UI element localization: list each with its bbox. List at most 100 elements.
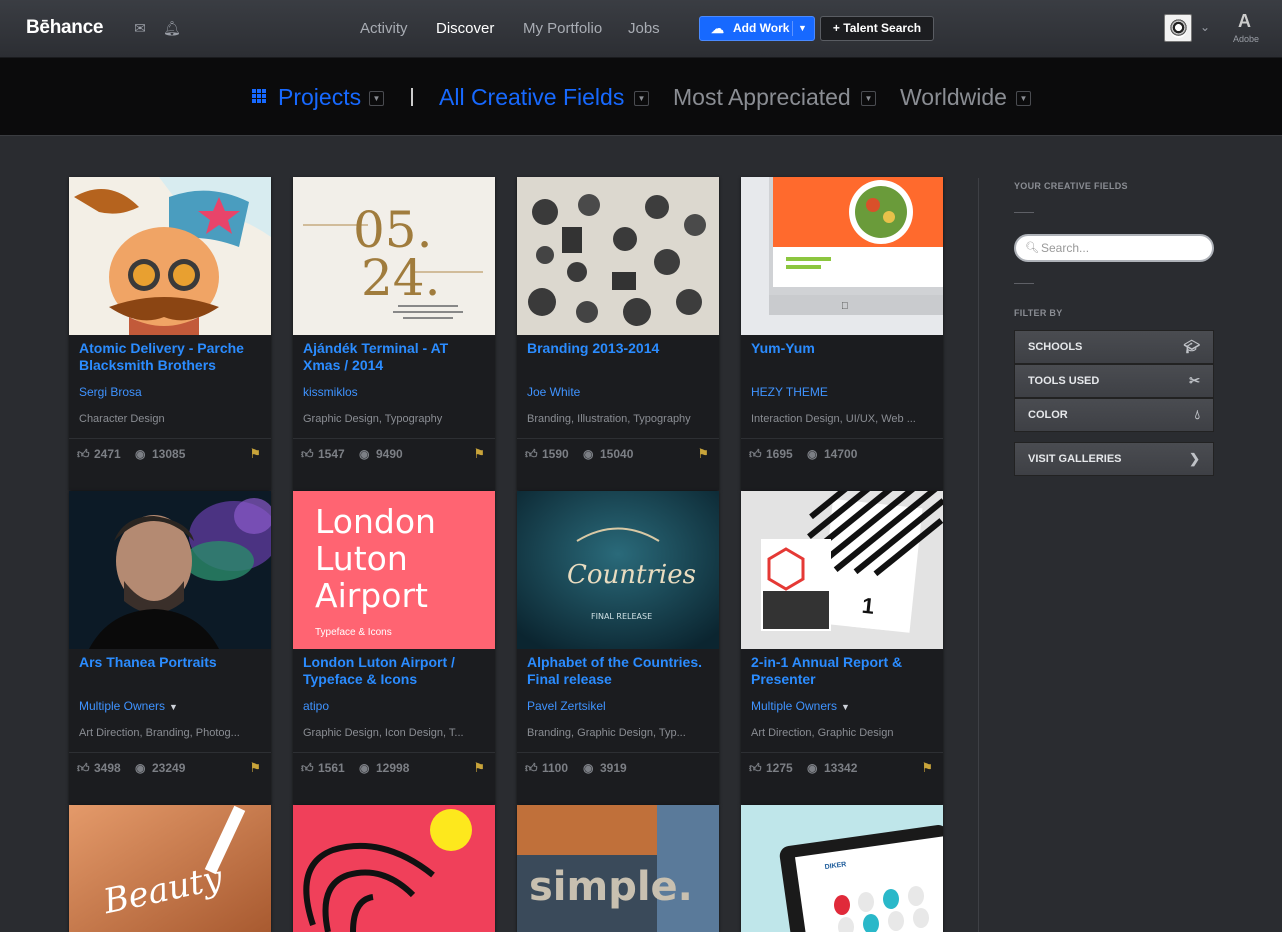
views-count: ◉ 23249 xyxy=(135,761,186,775)
project-card[interactable]: DIKER xyxy=(741,805,943,932)
project-thumbnail[interactable]: Beauty xyxy=(69,805,271,932)
project-card[interactable]: Countries FINAL RELEASE Alphabet of the … xyxy=(517,491,719,804)
project-thumbnail[interactable]: 05. 24. xyxy=(293,177,495,335)
svg-text:Countries: Countries xyxy=(567,560,696,590)
project-thumbnail[interactable]:  xyxy=(741,177,943,335)
svg-text:24.: 24. xyxy=(361,249,441,307)
views-count: ◉ 13085 xyxy=(135,447,186,461)
project-stats: 👍︎ 1590 ◉ 15040 ⚑ xyxy=(517,438,719,468)
views-count: ◉ 3919 xyxy=(583,761,627,775)
project-title[interactable]: Alphabet of the Countries. Final release xyxy=(527,654,711,688)
discover-filter-bar: Projects ▼ All Creative Fields ▼ Most Ap… xyxy=(0,58,1282,136)
chevron-down-icon[interactable]: ▼ xyxy=(634,91,649,106)
project-owner[interactable]: kissmiklos xyxy=(303,385,358,399)
views-count: ◉ 14700 xyxy=(807,447,858,461)
caret-down-icon: ▼ xyxy=(169,702,178,712)
project-card[interactable]: 1 2-in-1 Annual Report & Presenter Multi… xyxy=(741,491,943,804)
project-title[interactable]: 2-in-1 Annual Report & Presenter xyxy=(751,654,935,688)
project-owner[interactable]: Sergi Brosa xyxy=(79,385,142,399)
project-thumbnail[interactable] xyxy=(517,177,719,335)
chevron-down-icon[interactable]: ▼ xyxy=(369,91,384,106)
project-thumbnail[interactable]: Countries FINAL RELEASE xyxy=(517,491,719,649)
creative-fields-search-input[interactable]: 🔍︎ Search... xyxy=(1014,234,1214,262)
eye-icon: ◉ xyxy=(807,761,818,775)
project-title[interactable]: Branding 2013-2014 xyxy=(527,340,711,357)
adobe-logo-icon[interactable]: A xyxy=(1238,12,1256,30)
project-card[interactable] xyxy=(293,805,495,932)
appreciations-count: 👍︎ 1695 xyxy=(749,447,793,461)
project-card[interactable]: Ars Thanea Portraits Multiple Owners ▼ Ar… xyxy=(69,491,271,804)
project-title[interactable]: Atomic Delivery - Parche Blacksmith Brot… xyxy=(79,340,263,374)
project-card[interactable]: Branding 2013-2014 Joe White Branding, I… xyxy=(517,177,719,490)
nav-discover[interactable]: Discover xyxy=(436,20,494,37)
thumbs-up-icon: 👍︎ xyxy=(749,761,762,775)
project-card[interactable]: Atomic Delivery - Parche Blacksmith Brot… xyxy=(69,177,271,490)
thumbs-up-icon: 👍︎ xyxy=(749,447,762,461)
project-thumbnail[interactable]: simple. xyxy=(517,805,719,932)
behance-logo[interactable]: Bēhance xyxy=(26,17,103,39)
nav-activity[interactable]: Activity xyxy=(360,20,408,37)
chevron-down-icon[interactable]: ▼ xyxy=(1016,91,1031,106)
project-thumbnail[interactable]: London Luton Airport Typeface & Icons xyxy=(293,491,495,649)
project-title[interactable]: Ajándék Terminal - AT Xmas / 2014 xyxy=(303,340,487,374)
visit-galleries-button[interactable]: VISIT GALLERIES ❯ xyxy=(1014,442,1214,476)
cloud-upload-icon: ☁ xyxy=(711,21,724,36)
filter-divider xyxy=(411,88,413,106)
nav-my-portfolio[interactable]: My Portfolio xyxy=(523,20,602,37)
creative-fields-filter[interactable]: All Creative Fields xyxy=(439,83,624,111)
project-thumbnail[interactable]: DIKER xyxy=(741,805,943,932)
projects-filter[interactable]: Projects xyxy=(278,83,361,111)
project-owner[interactable]: Multiple Owners ▼ xyxy=(79,699,178,713)
project-card[interactable]: 05. 24. Ajándék Terminal - AT Xmas / 201… xyxy=(293,177,495,490)
project-fields: Branding, Illustration, Typography xyxy=(527,413,691,425)
user-avatar[interactable] xyxy=(1164,14,1192,42)
add-work-label: Add Work xyxy=(733,21,790,35)
location-filter[interactable]: Worldwide xyxy=(900,83,1007,111)
project-thumbnail[interactable] xyxy=(293,805,495,932)
project-owner[interactable]: Multiple Owners ▼ xyxy=(751,699,850,713)
project-thumbnail[interactable] xyxy=(69,491,271,649)
thumbnail-title-text: London Luton Airport xyxy=(315,502,436,615)
featured-ribbon-icon: ⚑ xyxy=(249,446,261,461)
thumbs-up-icon: 👍︎ xyxy=(525,761,538,775)
chevron-down-icon[interactable]: ▼ xyxy=(798,17,807,40)
project-thumbnail[interactable] xyxy=(69,177,271,335)
project-owner[interactable]: Pavel Zertsikel xyxy=(527,699,606,713)
project-thumbnail[interactable]: 1 xyxy=(741,491,943,649)
filter-schools-button[interactable]: SCHOOLS 🎓︎ xyxy=(1014,330,1214,364)
views-count: ◉ 13342 xyxy=(807,761,858,775)
talent-search-button[interactable]: + Talent Search xyxy=(820,16,934,41)
add-work-button[interactable]: ☁ Add Work ▼ xyxy=(699,16,815,41)
project-card[interactable]:  Yum-Yum HEZY THEME Interaction Design,… xyxy=(741,177,943,490)
thumbs-up-icon: 👍︎ xyxy=(77,447,90,461)
chevron-down-icon[interactable]: ▼ xyxy=(861,91,876,106)
project-owner[interactable]: HEZY THEME xyxy=(751,385,828,399)
project-card[interactable]: Beauty xyxy=(69,805,271,932)
sidebar-divider xyxy=(978,178,979,932)
add-work-separator xyxy=(792,21,793,36)
project-title[interactable]: Ars Thanea Portraits xyxy=(79,654,263,671)
notification-bell-icon[interactable]: 🔔︎ xyxy=(163,20,181,36)
views-count: ◉ 12998 xyxy=(359,761,410,775)
chevron-down-icon[interactable]: ⌄ xyxy=(1200,20,1210,34)
divider xyxy=(1014,283,1034,284)
filter-tools-used-button[interactable]: TOOLS USED ✂ xyxy=(1014,364,1214,398)
project-stats: 👍︎ 1561 ◉ 12998 ⚑ xyxy=(293,752,495,782)
project-title[interactable]: London Luton Airport / Typeface & Icons xyxy=(303,654,487,688)
filter-color-button[interactable]: COLOR 💧︎ xyxy=(1014,398,1214,432)
svg-text:simple.: simple. xyxy=(529,864,693,910)
project-card[interactable]: simple. xyxy=(517,805,719,932)
sort-filter[interactable]: Most Appreciated xyxy=(673,83,851,111)
mail-icon[interactable]: ✉ xyxy=(132,20,148,36)
project-title[interactable]: Yum-Yum xyxy=(751,340,935,357)
droplet-icon: 💧︎ xyxy=(1194,407,1200,422)
svg-text:1: 1 xyxy=(861,593,876,619)
project-card[interactable]: London Luton Airport Typeface & Icons Lo… xyxy=(293,491,495,804)
appreciations-count: 👍︎ 1590 xyxy=(525,447,569,461)
project-owner[interactable]: atipo xyxy=(303,699,329,713)
nav-jobs[interactable]: Jobs xyxy=(628,20,660,37)
project-fields: Character Design xyxy=(79,413,165,425)
project-stats: 👍︎ 2471 ◉ 13085 ⚑ xyxy=(69,438,271,468)
project-fields: Art Direction, Branding, Photog... xyxy=(79,727,240,739)
project-owner[interactable]: Joe White xyxy=(527,385,580,399)
